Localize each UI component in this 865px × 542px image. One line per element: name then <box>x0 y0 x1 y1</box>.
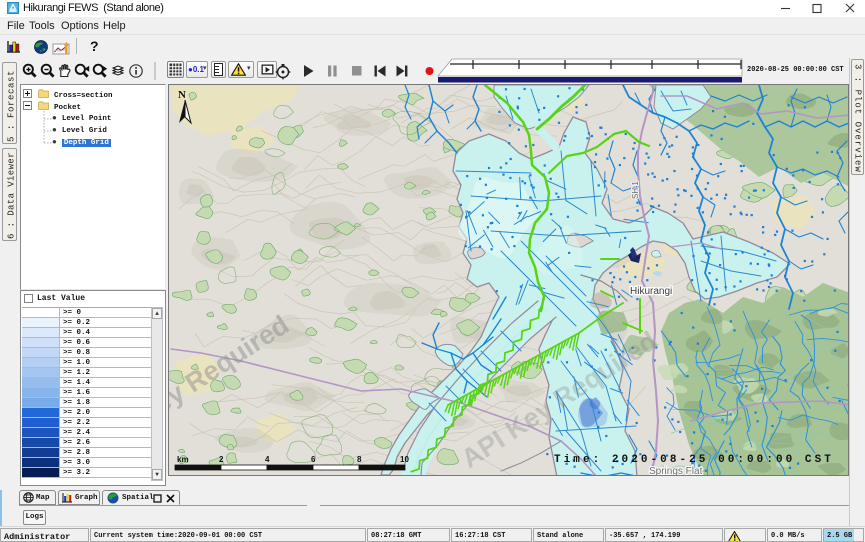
svg-text:10: 10 <box>400 455 409 464</box>
svg-text:3 : Plot Overview: 3 : Plot Overview <box>853 64 863 173</box>
svg-text:5 : Forecast: 5 : Forecast <box>7 70 17 142</box>
svg-text:6 : Data Viewer: 6 : Data Viewer <box>7 152 17 239</box>
svg-text:km: km <box>177 455 189 464</box>
svg-text:N: N <box>178 89 186 101</box>
svg-text:Springs Flat: Springs Flat <box>649 466 703 476</box>
svg-text:Hikurangi: Hikurangi <box>630 286 672 297</box>
svg-text:2: 2 <box>219 455 224 464</box>
svg-text:8: 8 <box>357 455 362 464</box>
svg-text:Time: 2020-08-25 00:00:00 CST: Time: 2020-08-25 00:00:00 CST <box>554 454 834 466</box>
svg-text:6: 6 <box>311 455 316 464</box>
svg-text:4: 4 <box>265 455 270 464</box>
svg-text:SH 1: SH 1 <box>631 181 640 199</box>
